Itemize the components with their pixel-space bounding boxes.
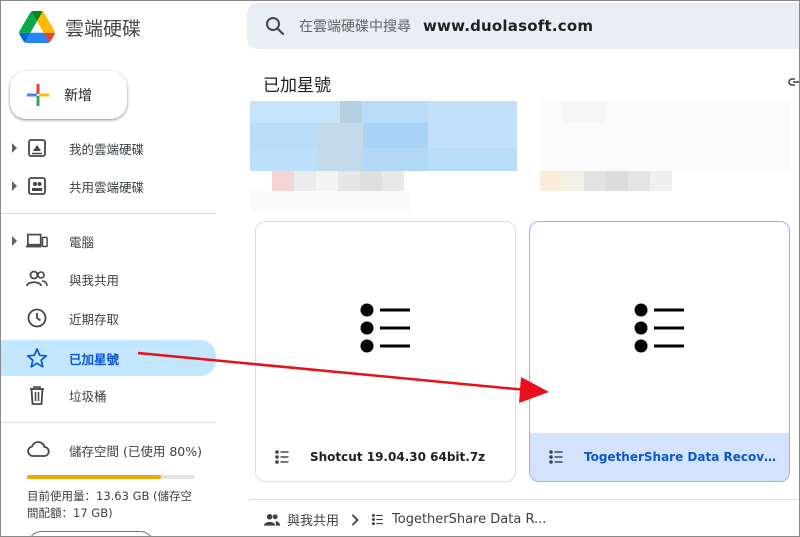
breadcrumb: 與我共用 TogetherShare Data R... — [263, 510, 546, 529]
file-card[interactable]: Shotcut 19.04.30 64bit.7z — [255, 221, 516, 482]
sidebar-item-recent[interactable]: 近期存取 — [1, 302, 216, 334]
list-file-icon — [371, 513, 383, 526]
storage-usage-text: 目前使用量：13.63 GB (儲存空間配額：17 GB) — [27, 489, 193, 520]
chevron-right-icon — [351, 513, 359, 526]
cloud-icon — [27, 441, 50, 457]
sidebar-divider — [1, 422, 216, 423]
star-icon — [26, 347, 48, 369]
sidebar-item-label: 我的雲端硬碟 — [69, 141, 145, 157]
file-card-selected[interactable]: TogetherShare Data Recovery 7.... — [529, 221, 790, 482]
clock-icon — [26, 307, 48, 329]
sidebar-item-label: 電腦 — [69, 234, 95, 250]
page-title: 已加星號 — [263, 76, 331, 96]
file-preview[interactable] — [256, 222, 515, 434]
file-name: Shotcut 19.04.30 64bit.7z — [310, 450, 486, 464]
storage-title[interactable]: 儲存空間 (已使用 80%) — [69, 441, 202, 460]
get-more-storage-button[interactable] — [27, 531, 155, 536]
sidebar-item-label: 已加星號 — [69, 351, 120, 367]
sidebar-item-starred[interactable]: 已加星號 — [1, 340, 216, 376]
new-button-label: 新增 — [64, 88, 92, 104]
search-bar[interactable]: 在雲端硬碟中搜尋 www.duolasoft.com — [247, 3, 799, 49]
storage-progress-fill — [27, 475, 162, 479]
sidebar-item-label: 近期存取 — [69, 311, 120, 327]
drive-window: 雲端硬碟 在雲端硬碟中搜尋 www.duolasoft.com 新增 我的雲端硬… — [0, 0, 800, 537]
storage-progress-bar — [27, 475, 195, 479]
my-drive-icon — [26, 137, 48, 159]
app-title: 雲端硬碟 — [65, 17, 142, 40]
breadcrumb-root[interactable]: 與我共用 — [287, 510, 339, 529]
pixelated-file-row — [250, 101, 790, 211]
sidebar-item-shared-drives[interactable]: 共用雲端硬碟 — [1, 170, 216, 202]
shared-drives-icon — [26, 175, 48, 197]
location-bar-divider — [250, 499, 799, 500]
file-name: TogetherShare Data Recovery 7.... — [584, 450, 784, 464]
expand-caret-icon[interactable] — [11, 143, 19, 153]
sidebar-item-label: 共用雲端硬碟 — [69, 179, 145, 195]
expand-caret-icon[interactable] — [11, 236, 19, 246]
list-file-icon — [549, 450, 563, 464]
search-placeholder[interactable]: 在雲端硬碟中搜尋 — [299, 16, 411, 36]
file-preview[interactable] — [530, 222, 789, 434]
list-file-icon — [275, 450, 289, 464]
app-header-brand[interactable]: 雲端硬碟 — [19, 9, 141, 45]
sidebar-item-my-drive[interactable]: 我的雲端硬碟 — [1, 132, 216, 164]
people-icon — [264, 513, 280, 526]
file-card-footer[interactable]: Shotcut 19.04.30 64bit.7z — [256, 433, 515, 481]
sidebar-item-shared-with-me[interactable]: 與我共用 — [1, 263, 216, 295]
sidebar-item-trash[interactable]: 垃圾桶 — [1, 379, 216, 411]
people-icon — [26, 268, 48, 290]
list-preview-icon — [634, 303, 684, 353]
trash-icon — [26, 384, 48, 406]
file-card-footer[interactable]: TogetherShare Data Recovery 7.... — [530, 433, 789, 481]
breadcrumb-current[interactable]: TogetherShare Data R... — [392, 512, 546, 527]
sidebar-divider — [1, 213, 216, 214]
list-preview-icon — [360, 303, 410, 353]
expand-caret-icon[interactable] — [11, 181, 19, 191]
new-button[interactable]: 新增 — [10, 71, 127, 119]
watermark-text: www.duolasoft.com — [423, 17, 594, 35]
computer-icon — [26, 230, 48, 252]
sidebar-item-computers[interactable]: 電腦 — [1, 225, 216, 257]
search-icon[interactable] — [263, 14, 287, 38]
drive-logo-icon — [19, 11, 55, 43]
link-icon[interactable] — [788, 75, 800, 89]
plus-icon — [27, 84, 49, 106]
sidebar-item-label: 與我共用 — [69, 272, 120, 288]
sidebar-item-label: 垃圾桶 — [69, 388, 107, 404]
